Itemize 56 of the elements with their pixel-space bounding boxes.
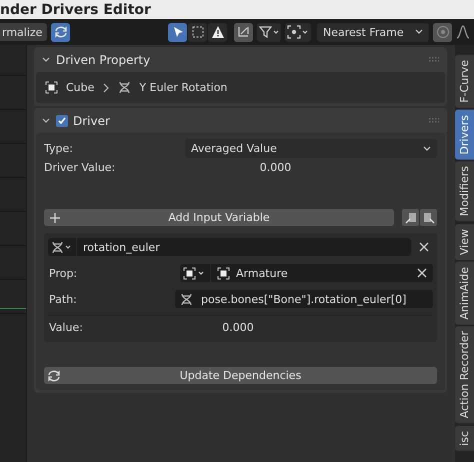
id-type-dropdown[interactable]	[180, 264, 210, 282]
warning-icon[interactable]	[208, 22, 227, 42]
sync-icon[interactable]	[51, 22, 70, 42]
curve-icon[interactable]	[456, 25, 472, 39]
field-label: Driver Value:	[44, 161, 116, 174]
caret-icon	[423, 146, 431, 152]
paste-icon[interactable]	[420, 209, 437, 226]
normalize-button[interactable]: rmalize	[0, 23, 48, 41]
filter-icon[interactable]	[257, 22, 281, 42]
strands-icon	[180, 292, 193, 306]
variable-type-dropdown[interactable]	[48, 238, 76, 256]
variable-name-field[interactable]: rotation_euler	[77, 238, 411, 256]
cursor-icon[interactable]	[168, 22, 187, 42]
box-select-icon[interactable]	[188, 22, 207, 42]
field-label: Type:	[44, 142, 74, 155]
path-field[interactable]: pose.bones["Bone"].rotation_euler[0]	[175, 290, 433, 308]
proportional-icon[interactable]	[433, 22, 452, 42]
copy-icon[interactable]	[402, 209, 419, 226]
cube-icon	[217, 266, 230, 280]
sidebar-tab[interactable]: F-Curve	[455, 55, 474, 108]
plus-icon	[50, 212, 60, 222]
sidebar-tab[interactable]: View	[455, 224, 474, 260]
cube-icon	[45, 81, 58, 94]
sidebar-tab[interactable]: Action Recorder	[455, 326, 474, 424]
chevron-icon	[102, 82, 110, 92]
variable-value: 0.000	[221, 320, 255, 334]
grip-icon[interactable]	[429, 118, 439, 124]
snap-mode-dropdown[interactable]: Nearest Frame	[317, 22, 429, 42]
field-label: Path:	[49, 292, 78, 306]
chevron-icon[interactable]	[41, 116, 51, 124]
caret-icon	[415, 29, 423, 35]
sidebar-tab[interactable]: AnimAide	[455, 262, 474, 324]
sync-icon	[47, 368, 61, 382]
sidebar-tab[interactable]: Modifiers	[455, 161, 474, 222]
field-label: Prop:	[49, 266, 78, 280]
grip-icon[interactable]	[429, 56, 439, 62]
property-name: Y Euler Rotation	[139, 81, 228, 94]
field-label: Value:	[49, 320, 83, 334]
object-name: Cube	[66, 81, 94, 94]
checkbox[interactable]	[56, 114, 68, 126]
snap-icon[interactable]	[285, 22, 311, 42]
close-icon[interactable]	[419, 242, 429, 252]
panel-title[interactable]: Driver	[73, 114, 424, 128]
chevron-icon[interactable]	[41, 56, 51, 64]
sidebar-tab[interactable]: Drivers	[455, 110, 474, 160]
update-dependencies-button[interactable]: Update Dependencies	[44, 367, 437, 384]
type-dropdown[interactable]: Averaged Value	[185, 139, 437, 158]
driver-value: 0.000	[258, 161, 292, 174]
crop-icon[interactable]	[234, 22, 253, 42]
sidebar-tab[interactable]: isc	[455, 426, 474, 450]
close-icon[interactable]	[417, 268, 427, 278]
strands-icon	[118, 81, 132, 94]
target-field[interactable]: Armature	[211, 264, 433, 282]
add-variable-button[interactable]: Add Input Variable	[44, 209, 394, 226]
window-title: nder Drivers Editor	[0, 2, 151, 18]
panel-title[interactable]: Driven Property	[56, 52, 424, 66]
